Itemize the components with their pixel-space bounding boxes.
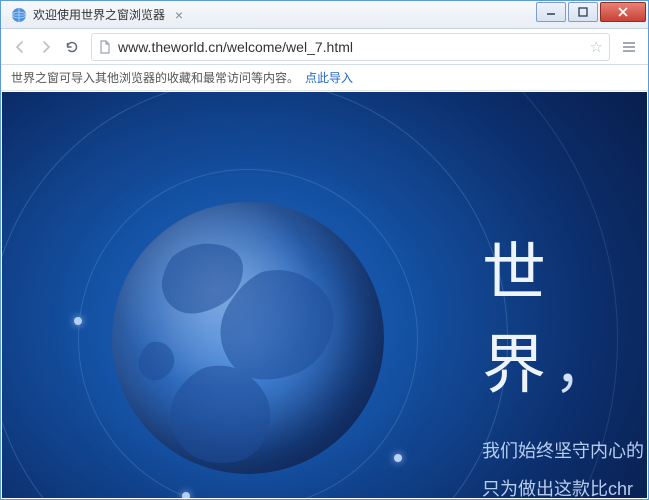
page-icon bbox=[98, 40, 112, 54]
import-link[interactable]: 点此导入 bbox=[305, 69, 353, 86]
forward-button[interactable] bbox=[33, 34, 59, 60]
hero-comma: ， bbox=[554, 336, 610, 399]
menu-button[interactable] bbox=[616, 34, 642, 60]
welcome-hero: 世界， 我们始终坚守内心的 只为做出这款比chr bbox=[482, 222, 647, 498]
reload-button[interactable] bbox=[59, 34, 85, 60]
bookmark-star-icon[interactable]: ☆ bbox=[590, 38, 603, 56]
window-controls bbox=[534, 2, 646, 24]
tab-close-button[interactable]: × bbox=[171, 7, 187, 23]
back-button[interactable] bbox=[7, 34, 33, 60]
orbit-dot bbox=[74, 317, 82, 325]
page-content: 世界， 我们始终坚守内心的 只为做出这款比chr bbox=[2, 92, 647, 498]
globe-icon bbox=[11, 7, 27, 23]
minimize-button[interactable] bbox=[536, 2, 566, 22]
import-hint-bar: 世界之窗可导入其他浏览器的收藏和最常访问等内容。 点此导入 bbox=[1, 65, 648, 91]
orbit-dot bbox=[182, 492, 190, 498]
hero-title: 世界 bbox=[482, 237, 548, 401]
import-hint-text: 世界之窗可导入其他浏览器的收藏和最常访问等内容。 bbox=[11, 69, 299, 86]
globe-image bbox=[112, 202, 384, 474]
navigation-bar: www.theworld.cn/welcome/wel_7.html ☆ bbox=[1, 29, 648, 65]
url-text: www.theworld.cn/welcome/wel_7.html bbox=[118, 39, 590, 55]
hero-subtitle-2: 只为做出这款比chr bbox=[482, 472, 647, 498]
window-titlebar: 欢迎使用世界之窗浏览器 × bbox=[1, 1, 648, 29]
address-bar[interactable]: www.theworld.cn/welcome/wel_7.html ☆ bbox=[91, 33, 610, 61]
window-title: 欢迎使用世界之窗浏览器 bbox=[33, 6, 165, 23]
hero-subtitle-1: 我们始终坚守内心的 bbox=[482, 434, 647, 468]
close-button[interactable] bbox=[600, 2, 646, 22]
maximize-button[interactable] bbox=[568, 2, 598, 22]
orbit-dot bbox=[394, 454, 402, 462]
